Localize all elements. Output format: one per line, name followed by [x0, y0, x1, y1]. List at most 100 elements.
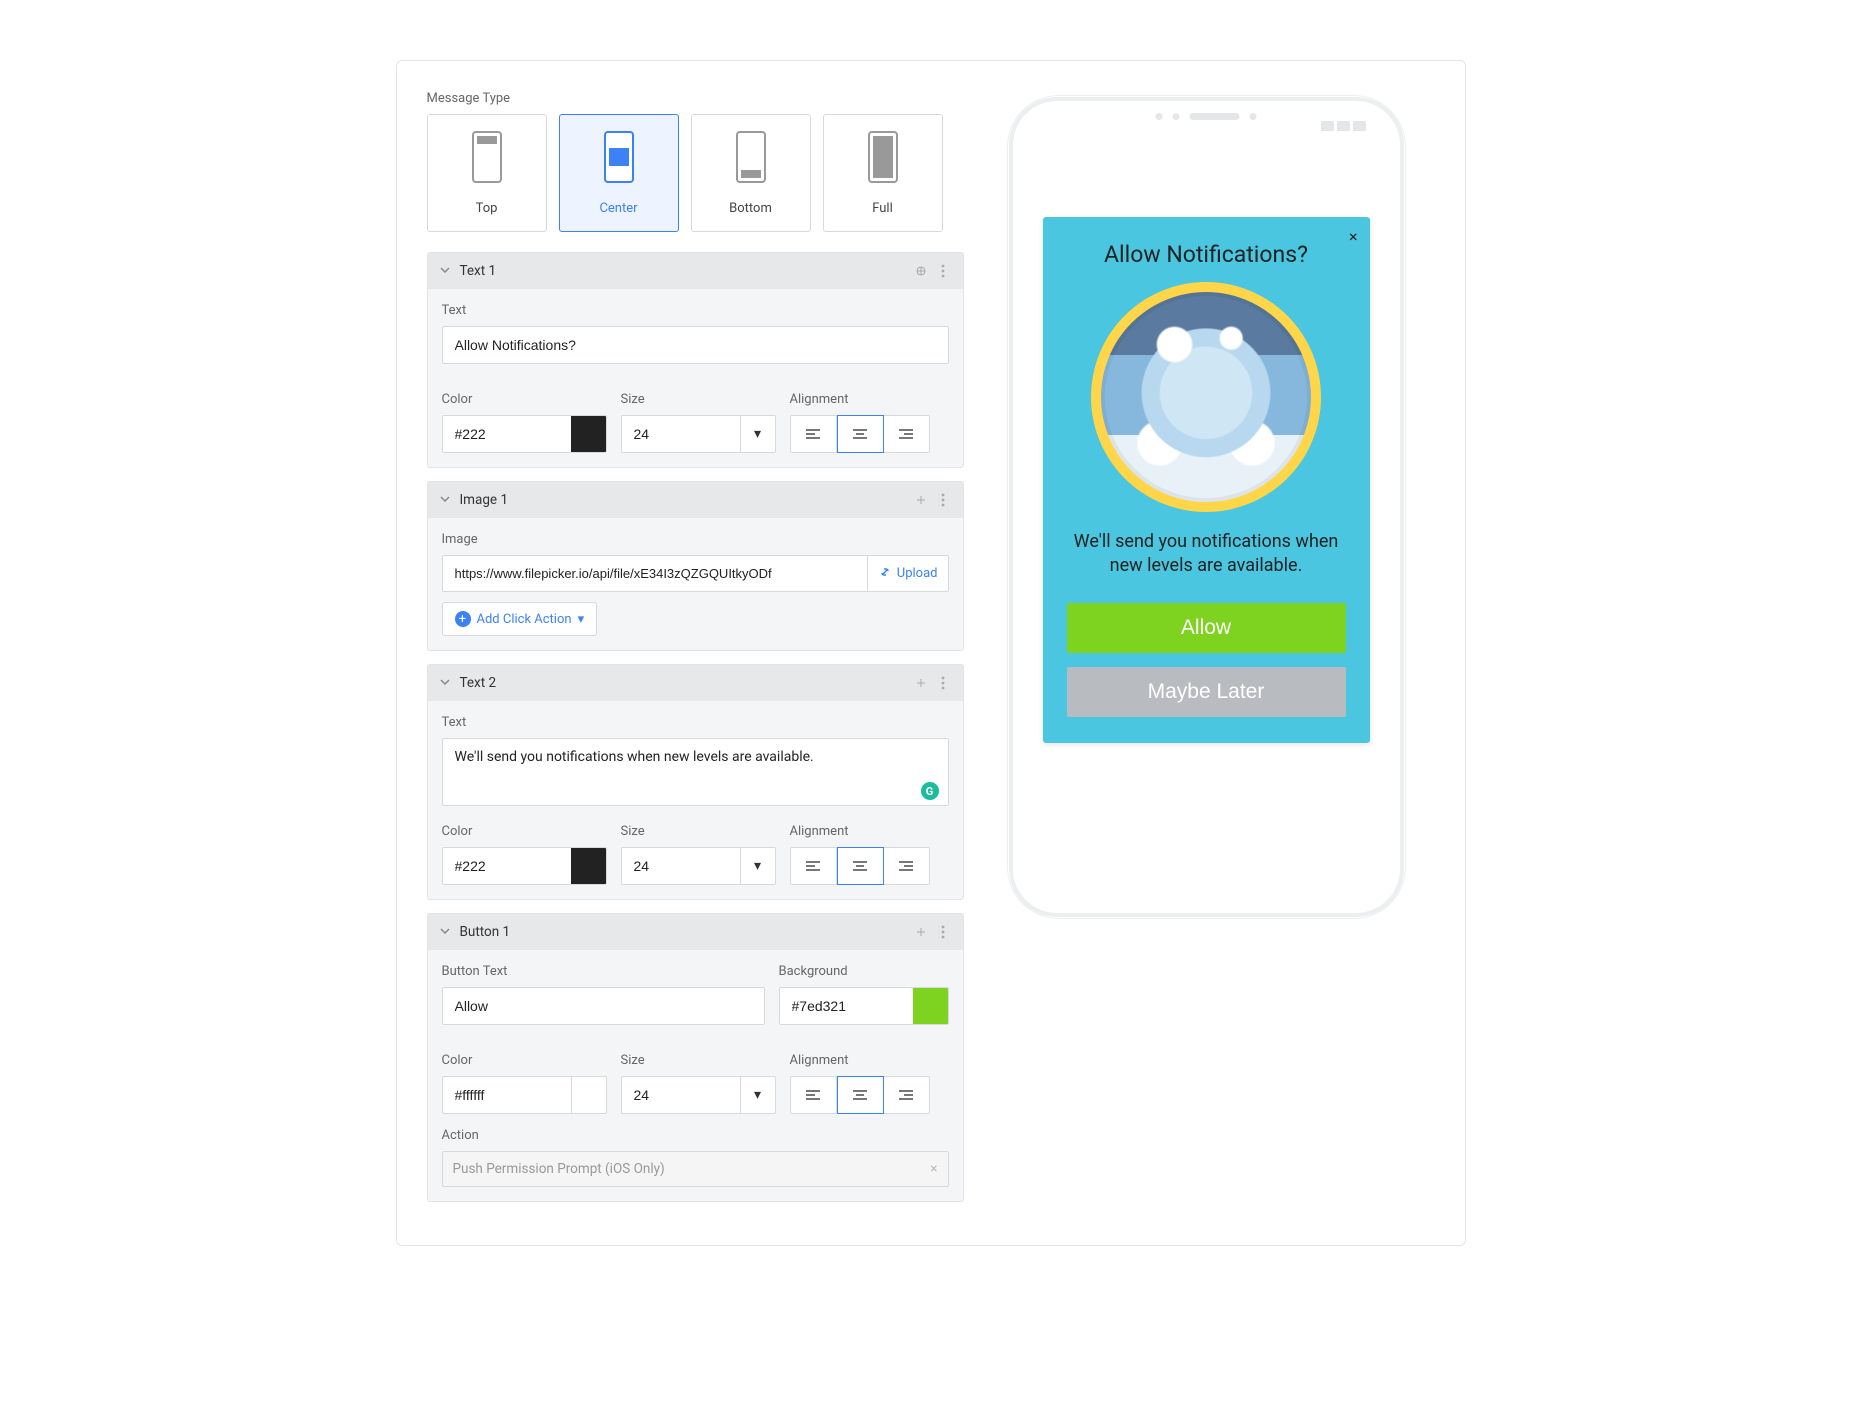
text1-align-center[interactable]	[837, 415, 884, 453]
message-type-full-label: Full	[872, 201, 893, 216]
editor-column: Message Type Top Center Bottom Full	[427, 91, 964, 1215]
phone-frame: × Allow Notifications? We'll send you no…	[1009, 97, 1404, 917]
text1-size-label: Size	[621, 392, 776, 407]
preview-column: × Allow Notifications? We'll send you no…	[1009, 91, 1404, 917]
drag-handle-icon[interactable]	[913, 492, 929, 508]
image1-url-input[interactable]	[442, 555, 867, 592]
preview-allow-button[interactable]: Allow	[1067, 603, 1346, 653]
message-type-bottom-label: Bottom	[729, 201, 772, 216]
text1-text-label: Text	[442, 303, 949, 318]
button1-size-dropdown[interactable]: ▾	[740, 1076, 776, 1114]
message-type-center-label: Center	[599, 201, 637, 216]
phone-icon-bottom	[736, 131, 766, 183]
button1-align-right[interactable]	[884, 1076, 930, 1114]
button1-size-input[interactable]	[621, 1076, 740, 1114]
text2-color-swatch[interactable]	[571, 847, 607, 885]
image1-add-click-action-label: Add Click Action	[477, 612, 572, 627]
button1-align-center[interactable]	[837, 1076, 884, 1114]
section-image1: Image 1 Image Upload + Add Click Action …	[427, 481, 964, 651]
section-button1: Button 1 Button Text Background	[427, 913, 964, 1202]
section-button1-title: Button 1	[460, 924, 907, 940]
text2-size-dropdown[interactable]: ▾	[740, 847, 776, 885]
message-type-top-label: Top	[476, 201, 498, 216]
button1-color-label: Color	[442, 1053, 607, 1068]
button1-color-swatch[interactable]	[571, 1076, 607, 1114]
text2-text-input[interactable]	[442, 738, 949, 806]
status-icons	[1321, 121, 1366, 131]
section-text1-title: Text 1	[460, 263, 907, 279]
text1-size-dropdown[interactable]: ▾	[740, 415, 776, 453]
text1-size-input[interactable]	[621, 415, 740, 453]
plus-circle-icon: +	[455, 611, 471, 627]
image1-image-label: Image	[442, 532, 949, 547]
link-icon	[878, 565, 892, 583]
section-text2: Text 2 Text G Color	[427, 664, 964, 900]
chevron-down-icon	[440, 263, 454, 279]
button1-bg-input[interactable]	[779, 987, 913, 1025]
drag-handle-icon[interactable]	[913, 675, 929, 691]
text2-align-right[interactable]	[884, 847, 930, 885]
button1-size-label: Size	[621, 1053, 776, 1068]
text2-align-center[interactable]	[837, 847, 884, 885]
text1-color-label: Color	[442, 392, 607, 407]
button1-color-input[interactable]	[442, 1076, 571, 1114]
kebab-menu-icon[interactable]	[935, 263, 951, 279]
message-type-bottom[interactable]: Bottom	[691, 114, 811, 232]
phone-notch	[1156, 113, 1257, 120]
text1-text-input[interactable]	[442, 326, 949, 364]
text1-align-right[interactable]	[884, 415, 930, 453]
message-type-label: Message Type	[427, 91, 964, 106]
phone-icon-center	[604, 131, 634, 183]
chevron-down-icon	[440, 675, 454, 691]
text2-color-label: Color	[442, 824, 607, 839]
grammarly-icon[interactable]: G	[921, 782, 939, 800]
button1-align-left[interactable]	[790, 1076, 837, 1114]
image1-add-click-action[interactable]: + Add Click Action ▾	[442, 602, 598, 636]
section-image1-header[interactable]: Image 1	[428, 482, 963, 518]
section-button1-header[interactable]: Button 1	[428, 914, 963, 950]
button1-bg-swatch[interactable]	[913, 987, 949, 1025]
preview-later-button[interactable]: Maybe Later	[1067, 667, 1346, 717]
button1-text-input[interactable]	[442, 987, 765, 1025]
preview-title: Allow Notifications?	[1067, 241, 1346, 268]
text1-color-swatch[interactable]	[571, 415, 607, 453]
text1-align-left[interactable]	[790, 415, 837, 453]
section-text2-header[interactable]: Text 2	[428, 665, 963, 701]
text2-align-left[interactable]	[790, 847, 837, 885]
text2-color-input[interactable]	[442, 847, 571, 885]
button1-text-label: Button Text	[442, 964, 765, 979]
preview-body: We'll send you notifications when new le…	[1067, 530, 1346, 579]
kebab-menu-icon[interactable]	[935, 924, 951, 940]
kebab-menu-icon[interactable]	[935, 492, 951, 508]
phone-icon-top	[472, 131, 502, 183]
chevron-down-icon	[440, 492, 454, 508]
message-type-full[interactable]: Full	[823, 114, 943, 232]
text1-align-label: Alignment	[790, 392, 930, 407]
button1-action-select[interactable]: Push Permission Prompt (iOS Only) ×	[442, 1151, 949, 1187]
section-text1: Text 1 Text Color	[427, 252, 964, 468]
text2-size-label: Size	[621, 824, 776, 839]
button1-action-value: Push Permission Prompt (iOS Only)	[453, 1161, 665, 1177]
preview-card: × Allow Notifications? We'll send you no…	[1043, 217, 1370, 743]
button1-bg-label: Background	[779, 964, 949, 979]
drag-handle-icon[interactable]	[913, 263, 929, 279]
text1-color-input[interactable]	[442, 415, 571, 453]
section-text2-title: Text 2	[460, 675, 907, 691]
chevron-down-icon: ▾	[578, 612, 585, 627]
message-type-center[interactable]: Center	[559, 114, 679, 232]
text2-size-input[interactable]	[621, 847, 740, 885]
editor-panel: Message Type Top Center Bottom Full	[396, 60, 1466, 1246]
phone-icon-full	[868, 131, 898, 183]
section-text1-header[interactable]: Text 1	[428, 253, 963, 289]
close-icon[interactable]: ×	[1349, 227, 1358, 246]
chevron-down-icon	[440, 924, 454, 940]
drag-handle-icon[interactable]	[913, 924, 929, 940]
section-image1-title: Image 1	[460, 492, 907, 508]
button1-align-label: Alignment	[790, 1053, 930, 1068]
image1-upload-button[interactable]: Upload	[867, 555, 949, 592]
text2-text-label: Text	[442, 715, 949, 730]
button1-action-clear[interactable]: ×	[930, 1161, 937, 1177]
kebab-menu-icon[interactable]	[935, 675, 951, 691]
preview-avatar	[1091, 282, 1321, 512]
message-type-top[interactable]: Top	[427, 114, 547, 232]
